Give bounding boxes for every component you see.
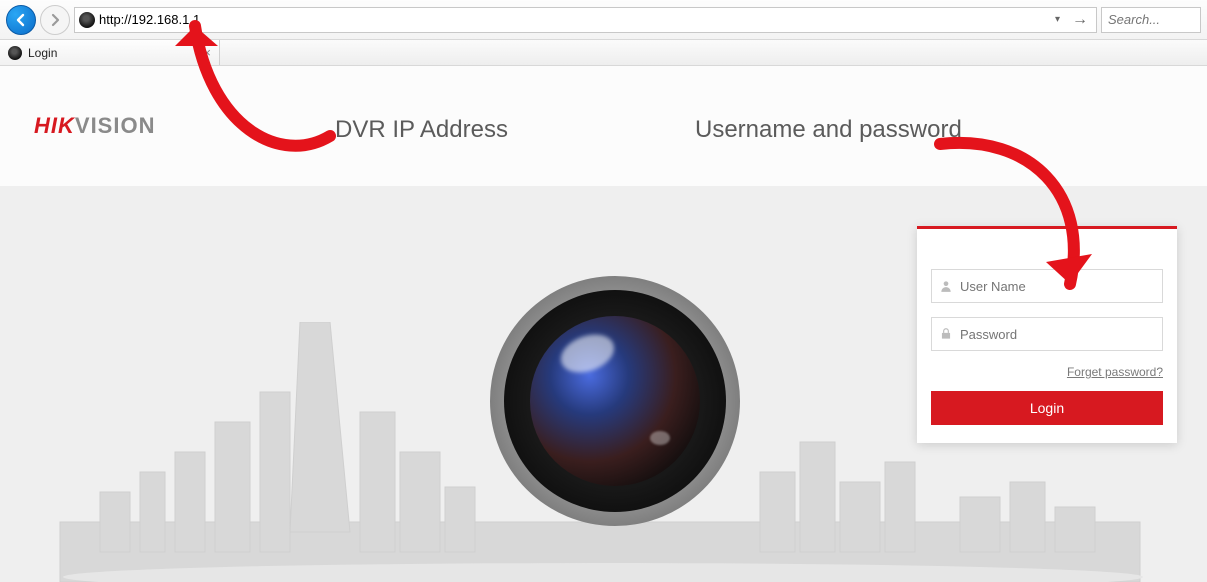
brand-logo: HIKVISION bbox=[34, 113, 155, 139]
lock-icon bbox=[932, 327, 960, 341]
username-field[interactable] bbox=[931, 269, 1163, 303]
address-bar[interactable]: ▾ → bbox=[74, 7, 1097, 33]
tab-favicon-icon bbox=[8, 46, 22, 60]
arrow-right-icon bbox=[47, 12, 63, 28]
password-input[interactable] bbox=[960, 318, 1162, 350]
url-input[interactable] bbox=[99, 8, 1047, 32]
close-icon[interactable]: × bbox=[203, 45, 211, 60]
forgot-password-link[interactable]: Forget password? bbox=[1067, 365, 1163, 379]
tab-title: Login bbox=[28, 46, 197, 60]
page-header: HIKVISION bbox=[0, 66, 1207, 186]
username-input[interactable] bbox=[960, 270, 1162, 302]
hero-section: Forget password? Login bbox=[0, 186, 1207, 582]
tab-strip: Login × bbox=[0, 40, 1207, 66]
browser-search-box[interactable] bbox=[1101, 7, 1201, 33]
arrow-left-icon bbox=[13, 12, 29, 28]
camera-lens-illustration bbox=[490, 276, 740, 526]
nav-forward-button[interactable] bbox=[40, 5, 70, 35]
login-button[interactable]: Login bbox=[931, 391, 1163, 425]
password-field[interactable] bbox=[931, 317, 1163, 351]
site-favicon-icon bbox=[79, 12, 95, 28]
address-dropdown-icon[interactable]: ▾ bbox=[1051, 14, 1064, 25]
go-button[interactable]: → bbox=[1068, 11, 1092, 29]
browser-toolbar: ▾ → bbox=[0, 0, 1207, 40]
tab-login[interactable]: Login × bbox=[0, 40, 220, 65]
search-input[interactable] bbox=[1102, 12, 1200, 27]
brand-part1: HIK bbox=[34, 113, 75, 138]
nav-back-button[interactable] bbox=[6, 5, 36, 35]
page-content: HIKVISION bbox=[0, 66, 1207, 582]
login-panel: Forget password? Login bbox=[917, 226, 1177, 443]
brand-part2: VISION bbox=[75, 113, 156, 138]
forgot-password-row: Forget password? bbox=[931, 365, 1163, 379]
user-icon bbox=[932, 279, 960, 293]
